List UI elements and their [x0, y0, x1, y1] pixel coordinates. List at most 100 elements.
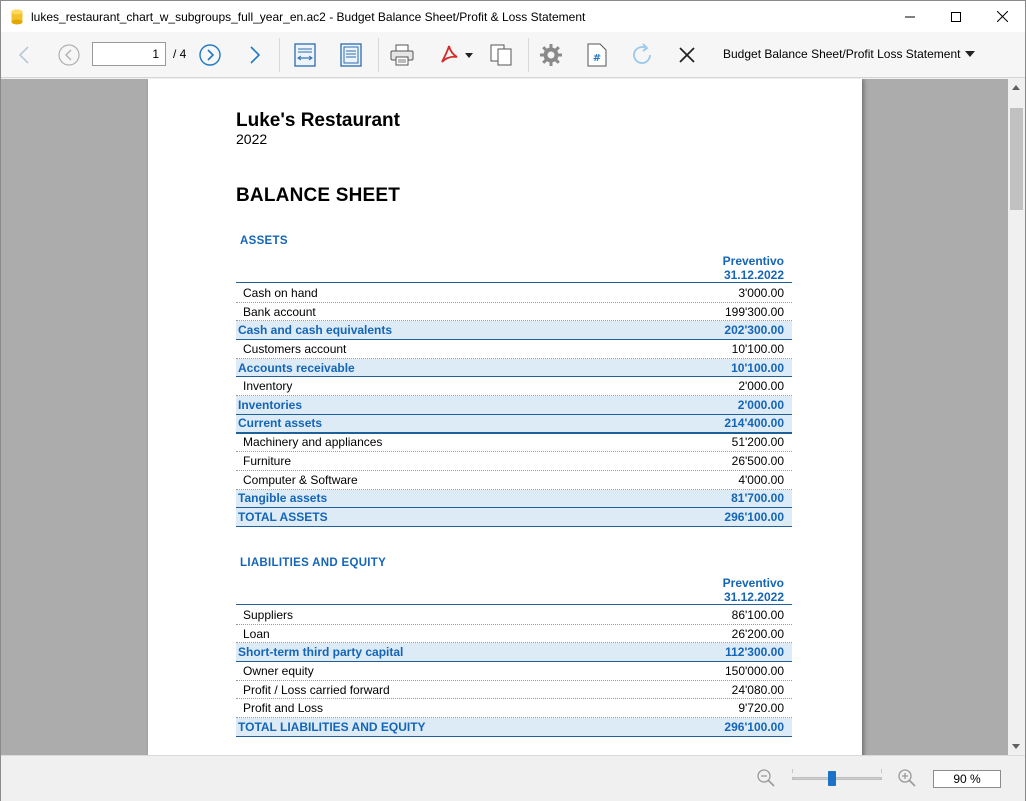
- fit-width-icon: [294, 43, 316, 67]
- row-label: Cash and cash equivalents: [238, 323, 393, 338]
- toolbar-separator: [378, 38, 379, 72]
- row-value: 9'720.00: [738, 701, 784, 716]
- vertical-scrollbar[interactable]: [1008, 79, 1025, 755]
- status-bar: 90 %: [1, 755, 1025, 801]
- row-label: Furniture: [243, 454, 292, 469]
- table-total-row: Inventories 2'000.00: [236, 396, 792, 415]
- table-total-row: Current assets 214'400.00: [236, 414, 792, 434]
- row-label: Customers account: [243, 341, 347, 356]
- toolbar: 1 / 4 # Budget Balance Sheet/Profit Loss…: [1, 32, 1025, 78]
- maximize-icon: [951, 11, 961, 22]
- table-row: Furniture 26'500.00: [236, 452, 792, 471]
- previous-page-button[interactable]: [56, 32, 82, 78]
- table-total-row: Accounts receivable 10'100.00: [236, 358, 792, 378]
- fit-width-button[interactable]: [291, 32, 319, 78]
- zoom-in-icon: [898, 769, 916, 787]
- zoom-in-button[interactable]: [897, 768, 917, 793]
- table-row: Computer & Software 4'000.00: [236, 471, 792, 490]
- table-row: Machinery and appliances 51'200.00: [236, 434, 792, 453]
- forward-button[interactable]: [244, 32, 266, 78]
- table-row: Cash on hand 3'000.00: [236, 284, 792, 303]
- next-page-button[interactable]: [197, 32, 223, 78]
- title-bar: lukes_restaurant_chart_w_subgroups_full_…: [1, 1, 1025, 32]
- minimize-button[interactable]: [887, 1, 933, 32]
- table-total-row: Tangible assets 81'700.00: [236, 489, 792, 509]
- assets-section-title: ASSETS: [240, 235, 288, 247]
- row-label: Inventories: [238, 397, 303, 412]
- table-row: Customers account 10'100.00: [236, 340, 792, 359]
- refresh-button[interactable]: [628, 32, 656, 78]
- zoom-slider-ticks: [792, 769, 882, 773]
- close-window-button[interactable]: [979, 1, 1025, 32]
- table-total-row: TOTAL LIABILITIES AND EQUITY 296'100.00: [236, 718, 792, 737]
- row-label: Cash on hand: [243, 285, 318, 300]
- database-icon: [11, 9, 23, 24]
- page-number-button[interactable]: #: [583, 32, 611, 78]
- row-value: 4'000.00: [738, 472, 784, 487]
- row-value: 214'400.00: [724, 416, 784, 431]
- liabilities-table: Suppliers 86'100.00 Loan 26'200.00 Short-ter…: [236, 606, 792, 737]
- arrow-right-icon: [250, 46, 261, 64]
- row-value: 86'100.00: [731, 607, 784, 622]
- circle-chevron-right-icon: [199, 44, 221, 66]
- circle-chevron-left-icon: [58, 44, 80, 66]
- page-number-input[interactable]: 1: [92, 42, 166, 66]
- row-label: Tangible assets: [238, 491, 328, 506]
- report-viewer[interactable]: Luke's Restaurant 2022 BALANCE SHEET ASS…: [1, 79, 1008, 755]
- scroll-down-icon[interactable]: [1012, 744, 1020, 749]
- table-row: Owner equity 150'000.00: [236, 662, 792, 681]
- row-label: Owner equity: [243, 663, 314, 678]
- table-row: Bank account 199'300.00: [236, 303, 792, 322]
- row-value: 296'100.00: [724, 510, 784, 525]
- column-header-date: 31.12.2022: [723, 590, 784, 604]
- close-report-button[interactable]: [673, 32, 701, 78]
- report-year: 2022: [236, 131, 268, 147]
- zoom-out-button[interactable]: [756, 768, 776, 793]
- row-label: Suppliers: [243, 607, 294, 622]
- zoom-out-icon: [757, 769, 775, 787]
- row-value: 24'080.00: [731, 682, 784, 697]
- row-value: 10'100.00: [731, 360, 784, 375]
- zoom-slider-thumb[interactable]: [828, 771, 836, 786]
- row-label: Profit / Loss carried forward: [243, 682, 390, 697]
- page-total: / 4: [173, 47, 187, 61]
- row-label: Inventory: [243, 379, 293, 394]
- svg-text:#: #: [593, 53, 601, 64]
- close-icon: [679, 47, 695, 63]
- row-value: 202'300.00: [724, 323, 784, 338]
- table-total-row: TOTAL ASSETS 296'100.00: [236, 508, 792, 527]
- app-window: lukes_restaurant_chart_w_subgroups_full_…: [0, 0, 1026, 801]
- row-value: 112'300.00: [725, 645, 784, 660]
- maximize-button[interactable]: [933, 1, 979, 32]
- row-label: Bank account: [243, 304, 316, 319]
- table-row: Suppliers 86'100.00: [236, 606, 792, 625]
- back-button[interactable]: [13, 32, 35, 78]
- export-pdf-button[interactable]: [433, 32, 477, 78]
- scroll-up-icon[interactable]: [1012, 85, 1020, 90]
- pdf-icon: [441, 45, 458, 63]
- row-label: TOTAL LIABILITIES AND EQUITY: [238, 719, 426, 734]
- settings-button[interactable]: [537, 32, 565, 78]
- report-page: Luke's Restaurant 2022 BALANCE SHEET ASS…: [148, 79, 862, 755]
- company-name: Luke's Restaurant: [236, 110, 400, 131]
- printer-icon: [390, 44, 414, 66]
- arrow-left-icon: [18, 46, 29, 64]
- row-value: 10'100.00: [731, 341, 784, 356]
- zoom-level-input[interactable]: 90 %: [933, 770, 1001, 788]
- close-icon: [996, 11, 1008, 22]
- zoom-slider[interactable]: [792, 777, 882, 780]
- fit-page-button[interactable]: [337, 32, 365, 78]
- copy-button[interactable]: [487, 32, 515, 78]
- row-value: 296'100.00: [724, 719, 784, 734]
- chevron-down-icon[interactable]: [965, 51, 975, 57]
- copy-icon: [490, 44, 512, 66]
- report-selector[interactable]: Budget Balance Sheet/Profit Loss Stateme…: [723, 47, 960, 61]
- row-label: Profit and Loss: [243, 701, 324, 716]
- column-header-date: 31.12.2022: [723, 268, 784, 282]
- scrollbar-thumb[interactable]: [1010, 108, 1023, 210]
- row-label: Accounts receivable: [238, 360, 355, 375]
- window-controls: [887, 1, 1025, 32]
- refresh-icon: [633, 43, 651, 64]
- print-button[interactable]: [388, 32, 416, 78]
- row-value: 2'000.00: [738, 379, 784, 394]
